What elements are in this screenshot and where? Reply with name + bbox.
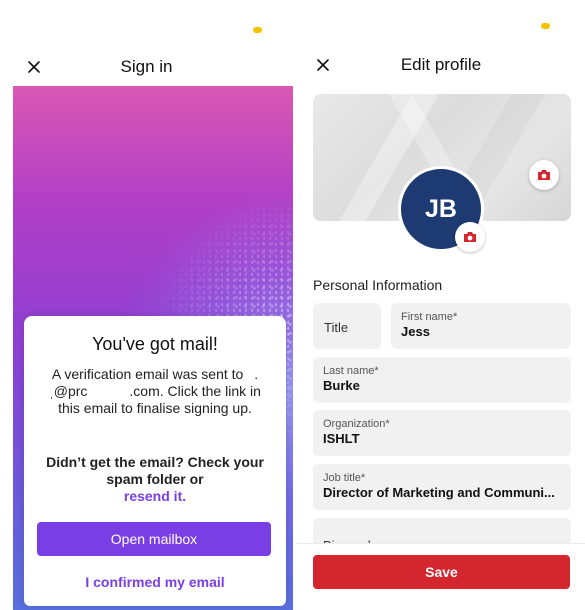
page-title: Edit profile <box>400 55 482 74</box>
confirmed-email-link[interactable]: I confirmed my email <box>24 574 286 590</box>
card-message: A verification email was sent to .ˌ@prc … <box>49 366 261 416</box>
camera-icon <box>464 232 476 242</box>
first-name-field[interactable]: First name* Jess <box>391 303 571 349</box>
change-avatar-button[interactable] <box>455 222 485 252</box>
signin-screen: Sign in You've got mail! A verification … <box>0 0 293 610</box>
change-cover-button[interactable] <box>529 160 559 190</box>
resend-link[interactable]: resend it. <box>124 488 186 504</box>
job-title-label: Job title* <box>323 472 366 484</box>
profile-header: Edit profile <box>297 46 585 86</box>
last-name-value: Burke <box>323 378 360 393</box>
title-field[interactable]: Title <box>313 303 381 349</box>
verification-card: You've got mail! A verification email wa… <box>24 316 286 606</box>
job-title-field[interactable]: Job title* Director of Marketing and Com… <box>313 464 571 510</box>
title-placeholder: Title <box>324 320 349 335</box>
first-name-label: First name* <box>401 311 458 323</box>
camera-icon <box>538 170 550 180</box>
organization-label: Organization* <box>323 418 390 430</box>
save-button[interactable]: Save <box>313 555 570 589</box>
organization-field[interactable]: Organization* ISHLT <box>313 410 571 456</box>
card-heading: You've got mail! <box>92 334 218 354</box>
question-text: Didn’t get the email? Check your spam fo… <box>46 454 264 487</box>
last-name-label: Last name* <box>323 365 379 377</box>
last-name-field[interactable]: Last name* Burke <box>313 357 571 403</box>
status-indicator <box>253 27 262 33</box>
signin-header: Sign in <box>0 48 293 88</box>
job-title-value: Director of Marketing and Communi... <box>323 485 555 500</box>
page-title: Sign in <box>120 57 173 76</box>
organization-value: ISHLT <box>323 431 360 446</box>
card-question: Didn’t get the email? Check your spam fo… <box>38 454 272 505</box>
first-name-value: Jess <box>401 324 430 339</box>
avatar-initials: JB <box>425 194 457 223</box>
open-mailbox-button[interactable]: Open mailbox <box>37 522 271 556</box>
section-title: Personal Information <box>313 277 443 293</box>
status-indicator <box>541 23 550 29</box>
edit-profile-screen: Edit profile JB Personal Information Tit… <box>297 0 585 610</box>
